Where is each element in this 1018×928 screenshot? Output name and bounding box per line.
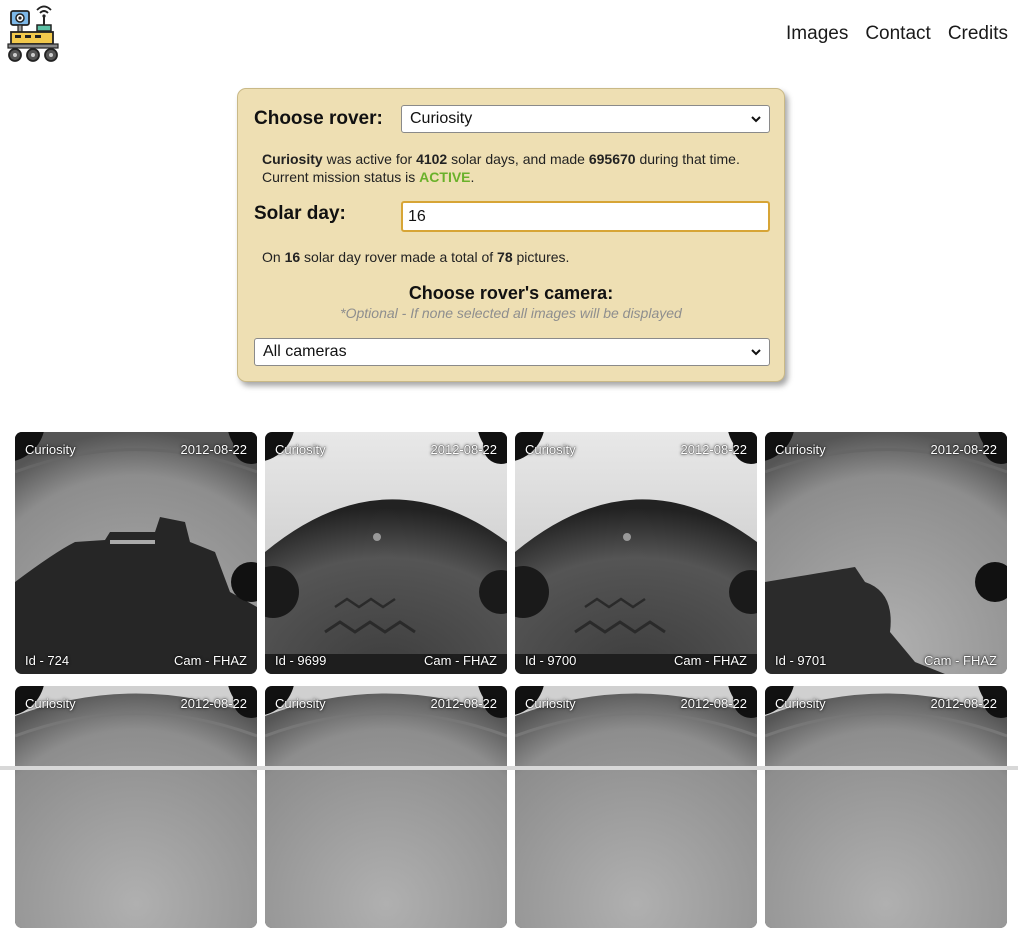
sol-number: 16: [284, 249, 301, 265]
mars-photo: [515, 686, 757, 928]
photo-card[interactable]: Curiosity 2012-08-22 Id - 9700 Cam - FHAZ: [515, 432, 757, 674]
site-header: Images Contact Credits: [0, 0, 1018, 70]
photo-card[interactable]: Curiosity 2012-08-22 Id - 9701 Cam - FHAZ: [765, 432, 1007, 674]
mars-photo: [15, 686, 257, 928]
photo-date: 2012-08-22: [930, 442, 998, 457]
solar-day-label: Solar day:: [254, 203, 346, 224]
photo-camera: Cam - FHAZ: [424, 653, 497, 668]
photo-date: 2012-08-22: [430, 696, 498, 711]
photo-card[interactable]: Curiosity 2012-08-22 Id - 9699 Cam - FHAZ: [265, 432, 507, 674]
chevron-down-icon: [751, 116, 761, 123]
photo-card[interactable]: Curiosity 2012-08-22: [265, 686, 507, 928]
photo-rover: Curiosity: [775, 696, 826, 711]
photo-date: 2012-08-22: [680, 442, 748, 457]
camera-title: Choose rover's camera:: [408, 283, 614, 303]
status-suffix: .: [470, 169, 475, 185]
nav-link-credits[interactable]: Credits: [948, 23, 1008, 45]
photo-rover: Curiosity: [775, 442, 826, 457]
photo-rover: Curiosity: [25, 696, 76, 711]
photo-id: Id - 724: [25, 653, 70, 668]
chevron-down-icon: [751, 349, 761, 356]
photo-card[interactable]: Curiosity 2012-08-22: [515, 686, 757, 928]
photo-card[interactable]: Curiosity 2012-08-22: [765, 686, 1007, 928]
photo-camera: Cam - FHAZ: [924, 653, 997, 668]
photo-date: 2012-08-22: [430, 442, 498, 457]
pictures-count: 78: [497, 249, 513, 265]
photo-card[interactable]: Curiosity 2012-08-22: [15, 686, 257, 928]
horizontal-scrollbar[interactable]: [0, 766, 1018, 770]
mars-photo: [265, 686, 507, 928]
photo-rover: Curiosity: [525, 442, 576, 457]
mars-photo: [765, 432, 1007, 674]
mission-status: ACTIVE: [419, 169, 471, 185]
solar-day-input[interactable]: 16: [401, 201, 770, 232]
photo-camera: Cam - FHAZ: [174, 653, 247, 668]
photos-count: 695670: [588, 151, 636, 167]
photo-date: 2012-08-22: [180, 442, 248, 457]
rover-select-value: Curiosity: [410, 110, 473, 127]
rover-select[interactable]: Curiosity: [401, 105, 770, 133]
camera-select[interactable]: All cameras: [254, 338, 770, 366]
camera-select-value: All cameras: [263, 343, 347, 360]
photo-rover: Curiosity: [25, 442, 76, 457]
photo-card[interactable]: Curiosity 2012-08-22 Id - 724 Cam - FHAZ: [15, 432, 257, 674]
mars-photo: [765, 686, 1007, 928]
photo-id: Id - 9699: [275, 653, 327, 668]
info-text-3: during that time.: [635, 151, 740, 167]
sol-text-3: pictures.: [512, 249, 570, 265]
nav-link-images[interactable]: Images: [786, 23, 848, 45]
camera-optional-note: *Optional - If none selected all images …: [340, 305, 682, 321]
sol-text-2: solar day rover made a total of: [300, 249, 498, 265]
photo-id: Id - 9700: [525, 653, 577, 668]
mars-photo: [515, 432, 757, 674]
photo-rover: Curiosity: [275, 696, 326, 711]
nav-link-contact[interactable]: Contact: [865, 23, 930, 45]
photo-rover: Curiosity: [275, 442, 326, 457]
sol-text-1: On: [262, 249, 285, 265]
main-nav: Images Contact Credits: [786, 23, 1008, 45]
rover-name: Curiosity: [262, 151, 323, 167]
solar-day-info: On 16 solar day rover made a total of 78…: [262, 248, 569, 266]
rover-info: Curiosity was active for 4102 solar days…: [262, 150, 740, 186]
photo-date: 2012-08-22: [680, 696, 748, 711]
rover-logo-icon[interactable]: [6, 5, 60, 63]
photo-rover: Curiosity: [525, 696, 576, 711]
mars-photo: [265, 432, 507, 674]
info-text-2: solar days, and made: [447, 151, 589, 167]
mars-photo: [15, 432, 257, 674]
photo-camera: Cam - FHAZ: [674, 653, 747, 668]
photo-date: 2012-08-22: [930, 696, 998, 711]
rover-label: Choose rover:: [254, 108, 383, 129]
info-text-1: was active for: [322, 151, 417, 167]
photo-id: Id - 9701: [775, 653, 827, 668]
solar-days-count: 4102: [416, 151, 448, 167]
photo-date: 2012-08-22: [180, 696, 248, 711]
search-panel: Choose rover: Curiosity Curiosity was ac…: [237, 88, 785, 382]
status-prefix: Current mission status is: [262, 169, 420, 185]
